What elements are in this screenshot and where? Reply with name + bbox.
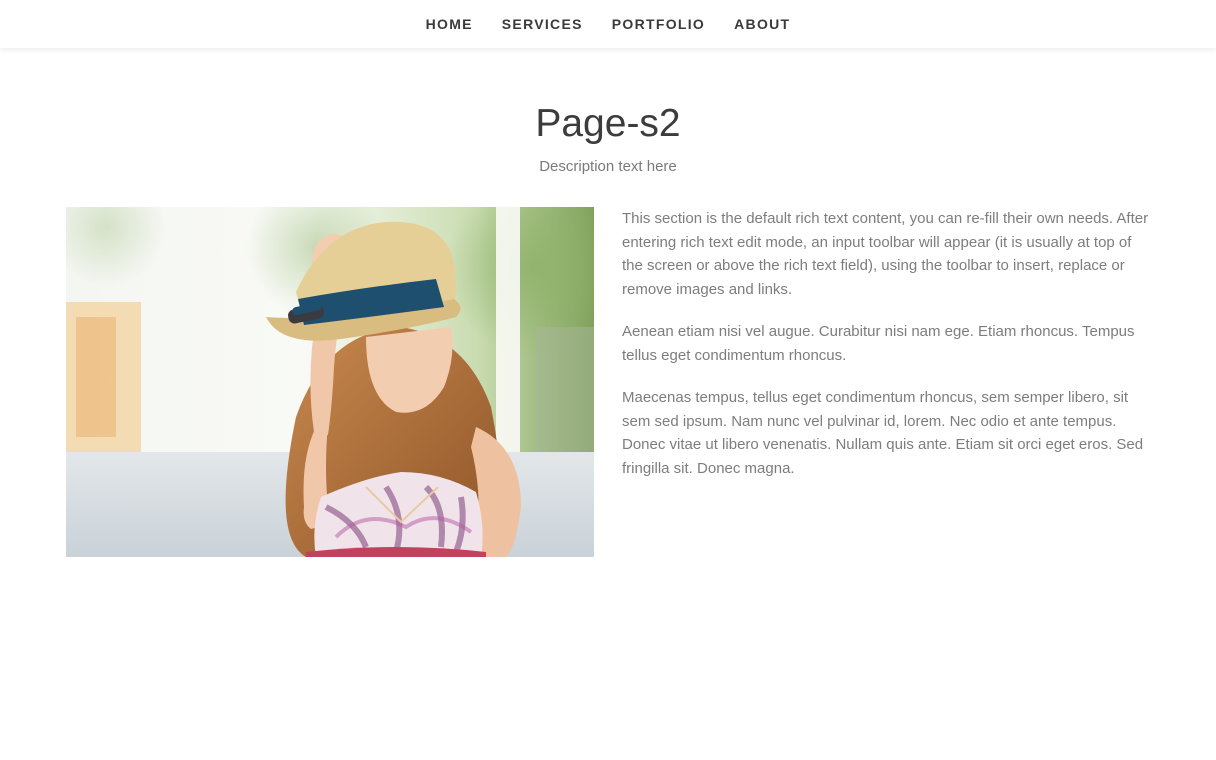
nav-item-home: HOME (426, 12, 473, 36)
paragraph-3: Maecenas tempus, tellus eget condimentum… (622, 389, 1144, 477)
nav-item-services: SERVICES (502, 12, 583, 36)
nav-item-portfolio: PORTFOLIO (612, 12, 705, 36)
rich-text-content: This section is the default rich text co… (622, 207, 1150, 499)
top-navigation: HOME SERVICES PORTFOLIO ABOUT (0, 0, 1216, 48)
nav-link-services[interactable]: SERVICES (502, 12, 583, 36)
nav-menu: HOME SERVICES PORTFOLIO ABOUT (426, 12, 791, 36)
nav-link-home[interactable]: HOME (426, 12, 473, 36)
nav-link-about[interactable]: ABOUT (734, 12, 790, 36)
paragraph-2: Aenean etiam nisi vel augue. Curabitur n… (622, 323, 1135, 364)
page-title: Page-s2 (535, 102, 681, 145)
woman-in-hat-illustration (66, 207, 594, 557)
nav-link-portfolio[interactable]: PORTFOLIO (612, 12, 705, 36)
nav-item-about: ABOUT (734, 12, 790, 36)
featured-photo (66, 207, 594, 557)
page-description: Description text here (539, 158, 677, 175)
paragraph-1: This section is the default rich text co… (622, 210, 1149, 298)
